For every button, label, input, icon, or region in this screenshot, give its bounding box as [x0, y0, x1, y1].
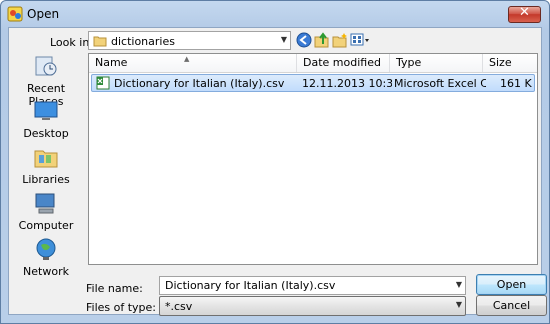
column-header-label: Date modified [303, 56, 381, 69]
open-button[interactable]: Open [476, 274, 547, 295]
file-size-cell: 161 KB [500, 77, 532, 90]
up-folder-icon[interactable] [314, 32, 330, 48]
place-label: Libraries [22, 173, 70, 186]
title-bar[interactable]: Open ✕ [1, 1, 549, 27]
excel-csv-icon [96, 76, 110, 90]
chevron-down-icon[interactable]: ▼ [456, 300, 462, 309]
lookin-value: dictionaries [111, 35, 175, 48]
chevron-down-icon[interactable]: ▼ [456, 280, 462, 289]
dialog-body: Look in: dictionaries ▼ Recent Desktop L… [8, 27, 542, 316]
file-row[interactable]: Dictionary for Italian (Italy).csv 12.11… [91, 74, 535, 92]
lookin-label: Look in: [50, 36, 93, 49]
network-icon [36, 238, 56, 260]
column-headers: Name ▲ Date modified Type Size [89, 54, 537, 73]
file-name-input[interactable]: Dictionary for Italian (Italy).csv ▼ [159, 276, 466, 295]
column-header-label: Name [95, 56, 128, 69]
place-recent-places[interactable]: Recent Places [10, 53, 82, 108]
libraries-icon [34, 150, 58, 168]
place-label: Desktop [23, 127, 69, 140]
folder-icon [93, 36, 107, 47]
sort-ascending-icon: ▲ [184, 55, 190, 63]
place-network[interactable]: Network [10, 236, 82, 281]
place-label: Computer [18, 219, 74, 232]
column-header-type[interactable]: Type [390, 54, 483, 72]
places-bar: Recent Places Desktop Libraries [10, 53, 82, 278]
place-libraries[interactable]: Libraries [10, 144, 82, 189]
column-header-label: Type [396, 56, 422, 69]
lookin-dropdown[interactable]: dictionaries ▼ [88, 31, 291, 50]
chevron-down-icon[interactable]: ▼ [281, 35, 287, 44]
place-desktop[interactable]: Desktop [10, 98, 82, 143]
view-menu-icon[interactable] [350, 32, 370, 48]
column-header-name[interactable]: Name ▲ [89, 54, 297, 72]
column-header-size[interactable]: Size [483, 54, 537, 72]
place-computer[interactable]: Computer [10, 190, 82, 235]
file-type-label: Files of type: [86, 301, 157, 314]
app-icon [7, 6, 23, 22]
file-name-label: File name: [86, 282, 143, 295]
column-header-label: Size [489, 56, 512, 69]
window-title: Open [27, 7, 60, 21]
file-name-cell: Dictionary for Italian (Italy).csv [114, 77, 285, 90]
column-header-date[interactable]: Date modified [297, 54, 390, 72]
open-dialog: Open ✕ Look in: dictionaries ▼ Recent De… [0, 0, 550, 324]
recent-places-icon [35, 56, 57, 76]
cancel-button[interactable]: Cancel [476, 295, 547, 316]
file-type-value: *.csv [165, 300, 193, 313]
close-button[interactable]: ✕ [508, 5, 541, 23]
file-type-select[interactable]: *.csv ▼ [159, 296, 466, 316]
file-type-cell: Microsoft Excel C... [394, 77, 486, 90]
desktop-icon [34, 101, 58, 120]
file-list[interactable]: Name ▲ Date modified Type Size Dictionar… [88, 53, 538, 265]
file-date-cell: 12.11.2013 10:37 [302, 77, 392, 90]
close-icon: ✕ [519, 5, 530, 20]
computer-icon [35, 193, 55, 214]
file-name-value: Dictionary for Italian (Italy).csv [165, 279, 336, 292]
new-folder-icon[interactable] [332, 32, 348, 48]
place-label: Network [23, 265, 69, 278]
back-icon[interactable] [296, 32, 312, 48]
